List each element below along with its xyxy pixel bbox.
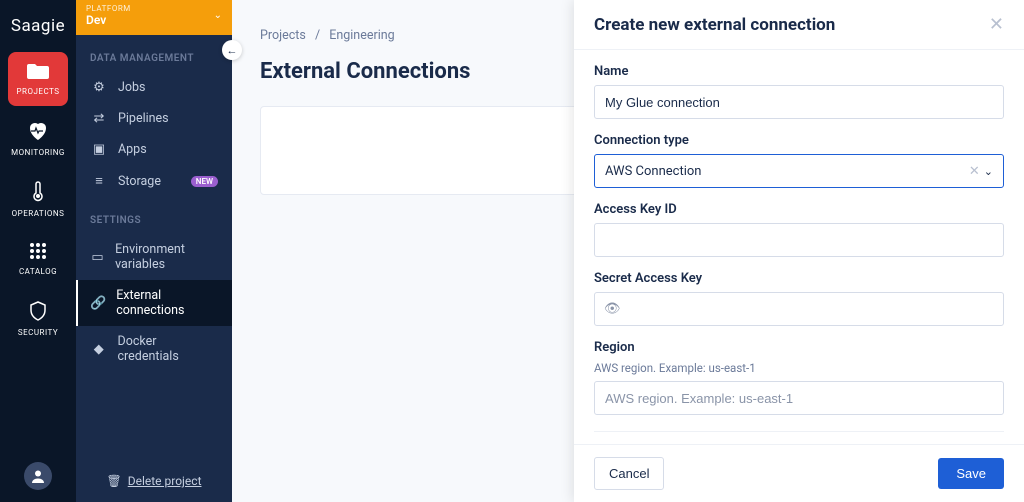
platform-selector[interactable]: PLATFORM Dev ⌄ [76,0,232,35]
region-input[interactable] [594,381,1004,415]
type-select[interactable]: AWS Connection ✕ ⌄ [594,154,1004,188]
nav-label: Pipelines [118,111,169,126]
rail-label: OPERATIONS [12,209,65,218]
rail-label: SECURITY [18,328,58,337]
nav-jobs[interactable]: ⚙ Jobs [76,72,232,103]
save-button[interactable]: Save [938,458,1004,489]
cancel-button[interactable]: Cancel [594,457,664,490]
delete-project-label: Delete project [128,474,202,488]
nav-rail: Saagie PROJECTS MONITORING OPERATIONS CA… [0,0,76,502]
nav-label: Jobs [118,80,146,95]
name-input[interactable] [594,85,1004,119]
type-label: Connection type [594,133,1004,148]
shield-icon [29,301,47,324]
rail-bottom [24,462,52,490]
name-label: Name [594,64,1004,79]
user-avatar[interactable] [24,462,52,490]
nav-storage[interactable]: ≡ Storage NEW [76,165,232,197]
folder-icon [27,62,49,83]
grid-icon [29,242,47,263]
flow-icon: ⇄ [90,111,108,126]
brand-logo: Saagie [11,16,65,36]
field-type: Connection type AWS Connection ✕ ⌄ [594,133,1004,188]
secret-input[interactable] [594,292,1004,326]
field-name: Name [594,64,1004,119]
crumb-root[interactable]: Projects [260,28,306,43]
rail-label: CATALOG [19,267,57,276]
link-icon: 🔗 [90,296,106,311]
field-region: Region AWS region. Example: us-east-1 [594,340,1004,415]
panel-title: Create new external connection [594,15,835,35]
region-help: AWS region. Example: us-east-1 [594,361,1004,375]
rail-operations[interactable]: OPERATIONS [8,172,68,226]
chevron-down-icon: ⌄ [214,10,222,21]
nav-apps[interactable]: ▣ Apps [76,134,232,165]
crumb-sep: / [315,28,320,43]
crumb-leaf[interactable]: Engineering [329,28,394,43]
divider [594,431,1004,432]
chevron-down-icon[interactable]: ⌄ [984,165,993,178]
sidebar: PLATFORM Dev ⌄ ← DATA MANAGEMENT ⚙Jobs ⇄… [76,0,232,502]
section-data-title: DATA MANAGEMENT [76,35,232,72]
thermometer-icon [31,180,45,205]
new-badge: NEW [191,176,218,187]
docker-icon: ◆ [90,342,108,357]
rail-security[interactable]: SECURITY [8,292,68,346]
rail-monitoring[interactable]: MONITORING [8,112,68,166]
rail-catalog[interactable]: CATALOG [8,232,68,286]
nav-docker-credentials[interactable]: ◆ Docker credentials [76,326,232,372]
nav-label: Docker credentials [118,334,219,364]
type-value: AWS Connection [605,164,969,179]
nav-pipelines[interactable]: ⇄ Pipelines [76,103,232,134]
nav-label: Environment variables [115,242,218,272]
db-icon: ≡ [90,173,108,189]
rail-projects[interactable]: PROJECTS [8,52,68,106]
cog-icon: ⚙ [90,80,108,95]
secret-label: Secret Access Key [594,271,1004,286]
delete-project[interactable]: 🗑 Delete project [76,460,232,502]
access-key-label: Access Key ID [594,202,1004,217]
access-key-input[interactable] [594,223,1004,257]
rail-label: PROJECTS [17,87,60,96]
panel-body: Name Connection type AWS Connection ✕ ⌄ … [574,50,1024,444]
clear-icon[interactable]: ✕ [969,164,980,179]
eye-off-icon[interactable]: 👁 [604,302,621,317]
panel-header: Create new external connection ✕ [574,0,1024,50]
nav-label: Apps [118,142,147,157]
close-icon[interactable]: ✕ [989,14,1004,35]
panel-footer: Cancel Save [574,444,1024,502]
region-label: Region [594,340,1004,355]
app-icon: ▣ [90,142,108,157]
field-secret: Secret Access Key 👁 [594,271,1004,326]
trash-icon: 🗑 [107,474,122,488]
rail-label: MONITORING [11,148,65,157]
nav-label: Storage [118,174,161,189]
section-settings-title: SETTINGS [76,197,232,234]
platform-label: PLATFORM [86,4,222,13]
var-icon: ▭ [90,250,105,265]
nav-label: External connections [116,288,218,318]
field-access-key: Access Key ID [594,202,1004,257]
heart-icon [27,121,49,144]
platform-value: Dev [86,13,222,27]
create-connection-panel: Create new external connection ✕ Name Co… [574,0,1024,502]
nav-external-connections[interactable]: 🔗 External connections [76,280,232,326]
nav-env-vars[interactable]: ▭ Environment variables [76,234,232,280]
